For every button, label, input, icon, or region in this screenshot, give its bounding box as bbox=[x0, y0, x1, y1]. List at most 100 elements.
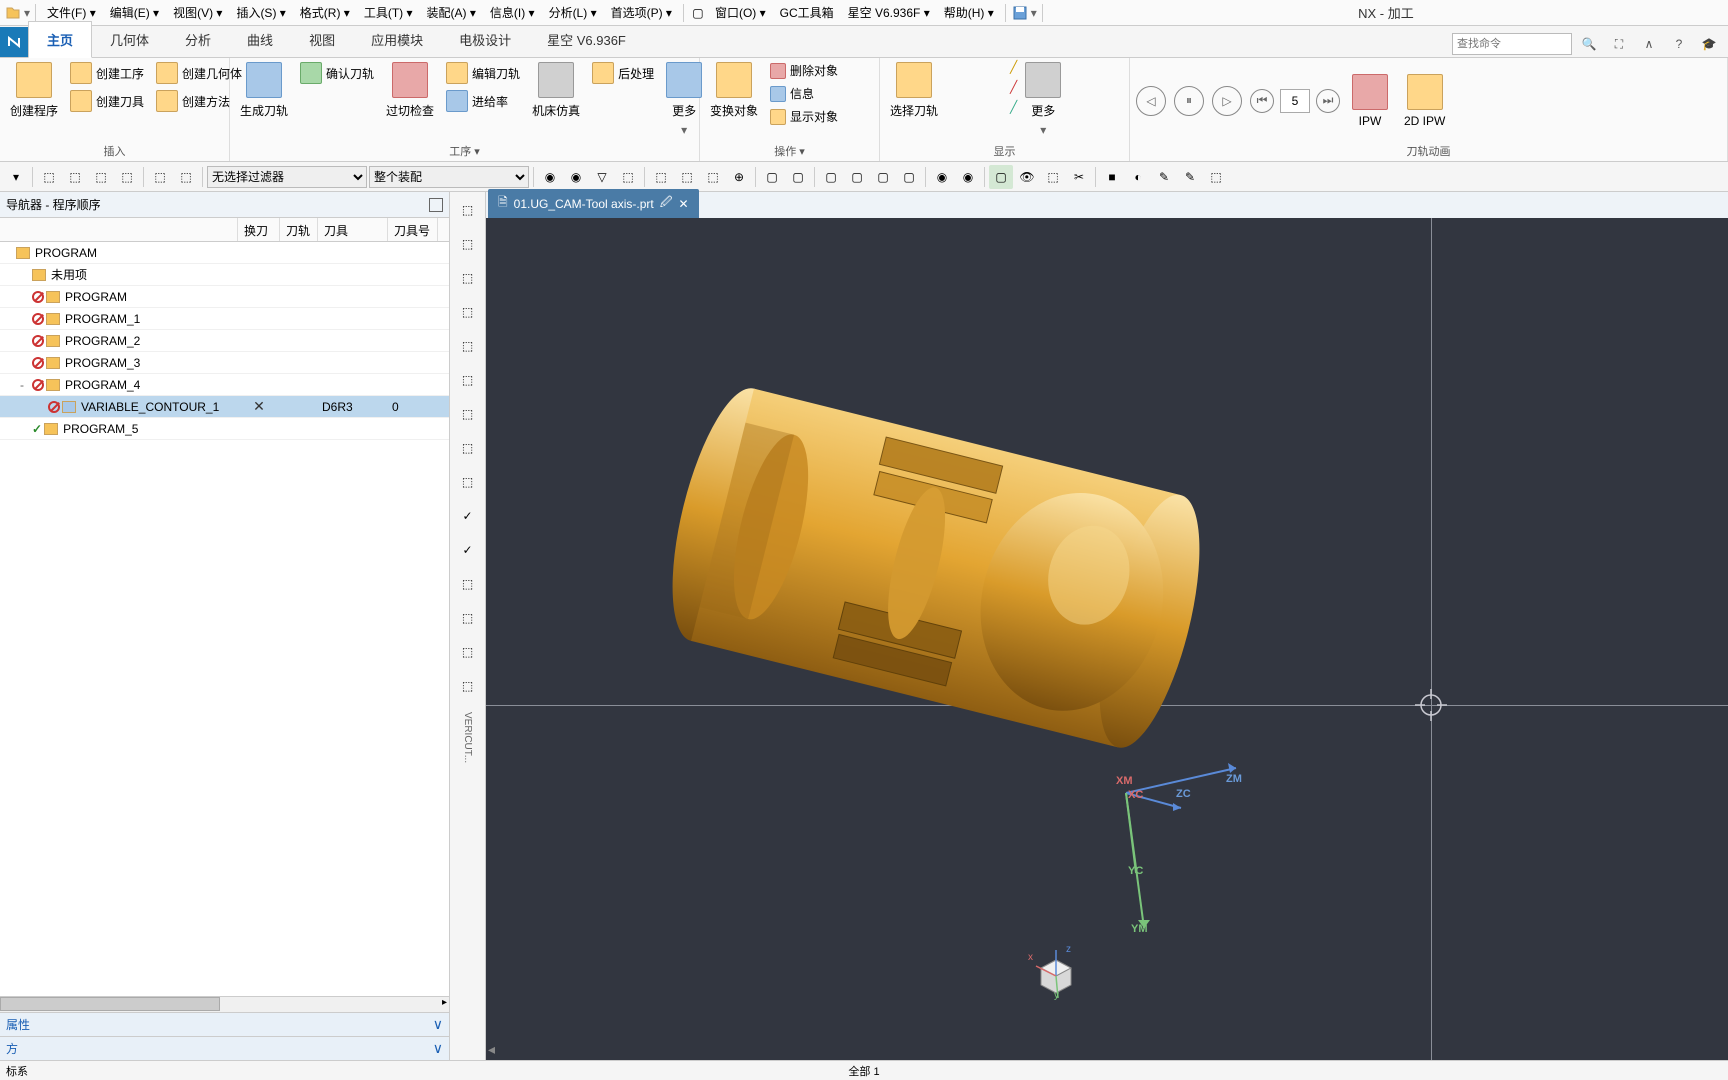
vb-11[interactable]: ✓ bbox=[454, 536, 482, 564]
tree-row-3[interactable]: PROGRAM_1 bbox=[0, 308, 449, 330]
col-toolpath[interactable]: 刀轨 bbox=[280, 218, 318, 241]
tb-icon-31[interactable]: ◐ bbox=[1126, 165, 1150, 189]
vb-9[interactable]: ⬚ bbox=[454, 468, 482, 496]
viewport-left-arrow[interactable]: ◂ bbox=[488, 1041, 495, 1058]
tb-icon-4[interactable]: ⬚ bbox=[89, 165, 113, 189]
edit-toolpath-button[interactable]: 编辑刀轨 bbox=[442, 60, 524, 86]
tb-icon-13[interactable]: ⬚ bbox=[616, 165, 640, 189]
tb-icon-30[interactable]: ■ bbox=[1100, 165, 1124, 189]
vb-13[interactable]: ⬚ bbox=[454, 604, 482, 632]
tb-icon-26[interactable]: ▢ bbox=[989, 165, 1013, 189]
postprocess-button[interactable]: 后处理 bbox=[588, 60, 658, 86]
tab-view[interactable]: 视图 bbox=[291, 22, 353, 57]
view-triad[interactable]: x z y bbox=[1026, 940, 1086, 1000]
fullscreen-icon[interactable]: ⛶ bbox=[1606, 31, 1632, 57]
vb-8[interactable]: ⬚ bbox=[454, 434, 482, 462]
tb-icon-20[interactable]: ▢ bbox=[819, 165, 843, 189]
vb-5[interactable]: ⬚ bbox=[454, 332, 482, 360]
tree-row-2[interactable]: PROGRAM bbox=[0, 286, 449, 308]
tb-icon-23[interactable]: ▢ bbox=[897, 165, 921, 189]
hat-icon[interactable]: 🎓 bbox=[1696, 31, 1722, 57]
display-icon-3[interactable] bbox=[978, 60, 1006, 88]
info-button[interactable]: 信息 bbox=[766, 83, 842, 104]
delete-object-button[interactable]: 删除对象 bbox=[766, 60, 842, 81]
tree-row-8[interactable]: ✓PROGRAM_5 bbox=[0, 418, 449, 440]
tb-icon-28[interactable]: ⬚ bbox=[1041, 165, 1065, 189]
vb-1[interactable]: ⬚ bbox=[454, 196, 482, 224]
ipw-button[interactable]: IPW bbox=[1348, 72, 1392, 130]
anim-step-back-button[interactable]: ⏮ bbox=[1250, 89, 1274, 113]
menu-format[interactable]: 格式(R) ▾ bbox=[294, 2, 356, 23]
tb-icon-18[interactable]: ▢ bbox=[760, 165, 784, 189]
menu-assembly[interactable]: 装配(A) ▾ bbox=[421, 2, 482, 23]
tree-row-1[interactable]: 未用项 bbox=[0, 264, 449, 286]
menu-view[interactable]: 视图(V) ▾ bbox=[167, 2, 228, 23]
filter-select-1[interactable]: 无选择过滤器 bbox=[207, 166, 367, 188]
vb-7[interactable]: ⬚ bbox=[454, 400, 482, 428]
vb-10[interactable]: ✓ bbox=[454, 502, 482, 530]
display-icon-4[interactable] bbox=[978, 94, 1006, 122]
line-icon-3[interactable]: ╱ bbox=[1010, 100, 1017, 114]
tb-icon-34[interactable]: ⬚ bbox=[1204, 165, 1228, 189]
tb-icon-29[interactable]: ✂ bbox=[1067, 165, 1091, 189]
tab-curve[interactable]: 曲线 bbox=[229, 22, 291, 57]
anim-rewind-button[interactable]: ◁ bbox=[1136, 86, 1166, 116]
line-icon[interactable]: ╱ bbox=[1010, 60, 1017, 74]
menu-starsky[interactable]: 星空 V6.936F ▾ bbox=[842, 2, 936, 23]
tb-icon-24[interactable]: ◉ bbox=[930, 165, 954, 189]
other-panel-header[interactable]: 方∨ bbox=[0, 1036, 449, 1060]
menu-file[interactable]: 文件(F) ▾ bbox=[41, 2, 102, 23]
2d-ipw-button[interactable]: 2D IPW bbox=[1400, 72, 1449, 130]
tab-analysis[interactable]: 分析 bbox=[167, 22, 229, 57]
anim-step-fwd-button[interactable]: ⏭ bbox=[1316, 89, 1340, 113]
display-more-button[interactable]: 更多▾ bbox=[1021, 60, 1065, 139]
save-icon[interactable] bbox=[1011, 4, 1029, 22]
menu-info[interactable]: 信息(I) ▾ bbox=[484, 2, 541, 23]
help-icon[interactable]: ? bbox=[1666, 31, 1692, 57]
tb-icon-22[interactable]: ▢ bbox=[871, 165, 895, 189]
menu-window[interactable]: 窗口(O) ▾ bbox=[709, 2, 772, 23]
navigator-hscroll[interactable]: ▸ bbox=[0, 996, 449, 1012]
line-icon-2[interactable]: ╱ bbox=[1010, 80, 1017, 94]
vb-6[interactable]: ⬚ bbox=[454, 366, 482, 394]
verify-toolpath-button[interactable]: 确认刀轨 bbox=[296, 60, 378, 86]
tb-icon-10[interactable]: ◉ bbox=[538, 165, 562, 189]
col-tool[interactable]: 刀具 bbox=[318, 218, 388, 241]
3d-viewport[interactable]: XM XC ZC ZM YC YM x bbox=[486, 218, 1728, 1060]
gouge-check-button[interactable]: 过切检查 bbox=[382, 60, 438, 121]
col-toolnum[interactable]: 刀具号 bbox=[388, 218, 438, 241]
navigator-pin-icon[interactable] bbox=[429, 198, 443, 212]
tb-icon-1[interactable]: ▾ bbox=[4, 165, 28, 189]
tree-row-4[interactable]: PROGRAM_2 bbox=[0, 330, 449, 352]
anim-pause-button[interactable]: ⏸ bbox=[1174, 86, 1204, 116]
menu-tools[interactable]: 工具(T) ▾ bbox=[358, 2, 419, 23]
properties-panel-header[interactable]: 属性∨ bbox=[0, 1012, 449, 1036]
vb-4[interactable]: ⬚ bbox=[454, 298, 482, 326]
document-tab[interactable]: 🗎 01.UG_CAM-Tool axis-.prt 🖉 ✕ bbox=[488, 189, 699, 218]
create-tool-button[interactable]: 创建刀具 bbox=[66, 88, 148, 114]
tb-icon-19[interactable]: ▢ bbox=[786, 165, 810, 189]
vb-3[interactable]: ⬚ bbox=[454, 264, 482, 292]
menu-edit[interactable]: 编辑(E) ▾ bbox=[104, 2, 165, 23]
show-object-button[interactable]: 显示对象 bbox=[766, 106, 842, 127]
tb-icon-11[interactable]: ◉ bbox=[564, 165, 588, 189]
tb-icon-2[interactable]: ⬚ bbox=[37, 165, 61, 189]
close-tab-icon[interactable]: ✕ bbox=[679, 197, 689, 211]
create-program-button[interactable]: 创建程序 bbox=[6, 60, 62, 121]
tab-appmodule[interactable]: 应用模块 bbox=[353, 22, 441, 57]
tab-starsky[interactable]: 星空 V6.936F bbox=[529, 22, 644, 57]
tb-icon-25[interactable]: ◉ bbox=[956, 165, 980, 189]
search-icon[interactable]: 🔍 bbox=[1576, 31, 1602, 57]
transform-button[interactable]: 变换对象 bbox=[706, 60, 762, 121]
vb-2[interactable]: ⬚ bbox=[454, 230, 482, 258]
tb-icon-21[interactable]: ▢ bbox=[845, 165, 869, 189]
select-toolpath-button[interactable]: 选择刀轨 bbox=[886, 60, 942, 121]
filter-select-2[interactable]: 整个装配 bbox=[369, 166, 529, 188]
menu-gctoolbox[interactable]: GC工具箱 bbox=[774, 2, 840, 23]
tb-icon-32[interactable]: ✎ bbox=[1152, 165, 1176, 189]
tree-row-6[interactable]: -PROGRAM_4 bbox=[0, 374, 449, 396]
tab-home[interactable]: 主页 bbox=[28, 21, 92, 58]
menu-help[interactable]: 帮助(H) ▾ bbox=[938, 2, 1000, 23]
tb-icon-5[interactable]: ⬚ bbox=[115, 165, 139, 189]
tb-icon-12[interactable]: ▽ bbox=[590, 165, 614, 189]
